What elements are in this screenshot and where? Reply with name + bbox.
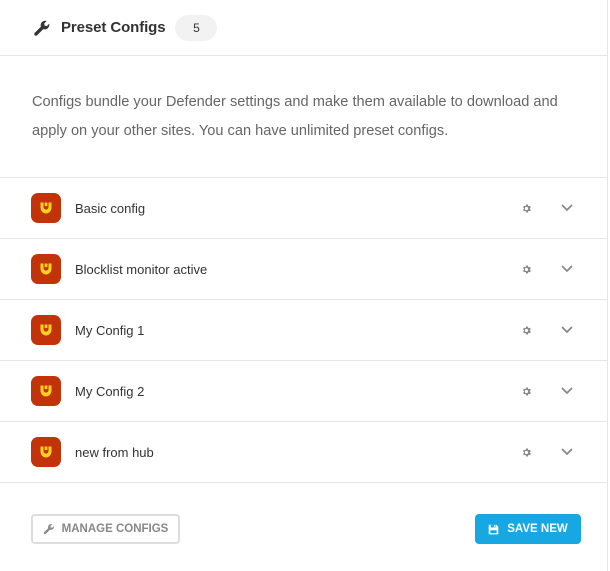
config-row[interactable]: new from hub (0, 422, 607, 483)
chevron-down-icon[interactable] (559, 261, 575, 277)
chevron-down-icon[interactable] (559, 200, 575, 216)
config-row[interactable]: My Config 1 (0, 300, 607, 361)
gear-icon[interactable] (519, 384, 533, 398)
config-row[interactable]: Basic config (0, 178, 607, 239)
gear-icon[interactable] (519, 262, 533, 276)
defender-logo-icon (31, 315, 61, 345)
wrench-icon (43, 523, 55, 535)
save-new-button[interactable]: SAVE NEW (475, 514, 581, 544)
config-row[interactable]: Blocklist monitor active (0, 239, 607, 300)
save-icon (488, 524, 499, 535)
panel-title: Preset Configs (61, 19, 166, 36)
gear-icon[interactable] (519, 323, 533, 337)
config-count-badge: 5 (175, 14, 218, 41)
gear-icon[interactable] (519, 445, 533, 459)
config-list: Basic config Blocklist monitor active My… (0, 178, 607, 483)
save-new-label: SAVE NEW (507, 523, 568, 535)
defender-logo-icon (31, 193, 61, 223)
chevron-down-icon[interactable] (559, 322, 575, 338)
chevron-down-icon[interactable] (559, 383, 575, 399)
manage-configs-button[interactable]: MANAGE CONFIGS (31, 514, 180, 544)
defender-logo-icon (31, 254, 61, 284)
defender-logo-icon (31, 437, 61, 467)
chevron-down-icon[interactable] (559, 444, 575, 460)
config-row[interactable]: My Config 2 (0, 361, 607, 422)
gear-icon[interactable] (519, 201, 533, 215)
panel-footer: MANAGE CONFIGS SAVE NEW (0, 484, 608, 571)
defender-logo-icon (31, 376, 61, 406)
manage-configs-label: MANAGE CONFIGS (61, 523, 169, 535)
preset-configs-panel: Preset Configs 5 Configs bundle your Def… (0, 0, 608, 571)
wrench-icon (32, 18, 52, 38)
panel-header: Preset Configs 5 (0, 0, 607, 56)
panel-description: Configs bundle your Defender settings an… (0, 56, 607, 178)
